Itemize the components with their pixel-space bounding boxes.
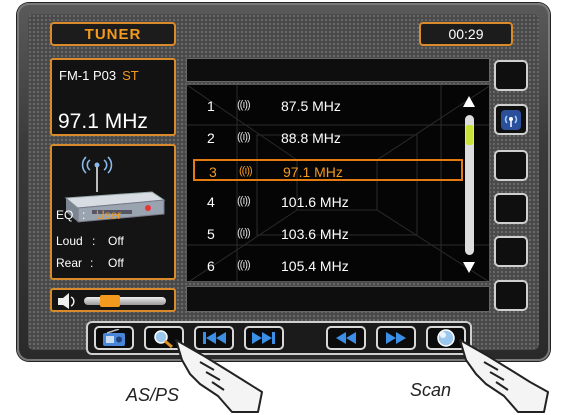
antenna-icon: ((ı))	[237, 99, 251, 111]
bottom-control-bar	[86, 321, 472, 355]
station-number: 4	[207, 194, 215, 210]
station-row[interactable]: 3 ((ı)) 97.1 MHz	[193, 159, 463, 181]
tuner-source-button[interactable]: TUNER	[50, 22, 176, 46]
band-preset-label: FM-1 P03	[59, 68, 117, 83]
skip-forward-icon	[252, 332, 275, 344]
antenna-icon: ((ı))	[239, 165, 253, 177]
antenna-icon: ((ı))	[237, 131, 251, 143]
antenna-icon: ((ı))	[237, 195, 251, 207]
volume-thumb[interactable]	[99, 295, 120, 307]
tuner-status-panel: FM-1 P03 ST 97.1 MHz	[50, 58, 176, 136]
station-row[interactable]: 6 ((ı)) 105.4 MHz	[193, 255, 463, 277]
station-frequency: 103.6 MHz	[281, 226, 349, 242]
as-ps-button[interactable]	[144, 326, 184, 350]
side-button-4[interactable]	[494, 193, 528, 224]
eq-value: User	[96, 208, 122, 222]
volume-track[interactable]	[84, 297, 166, 305]
scroll-thumb[interactable]	[466, 125, 473, 145]
clock-display: 00:29	[419, 22, 513, 46]
search-icon	[154, 330, 173, 348]
speaker-icon	[58, 293, 75, 309]
skip-back-icon	[203, 332, 226, 344]
antenna-icon	[501, 110, 521, 130]
fast-forward-icon	[386, 332, 406, 344]
radio-icon	[103, 329, 125, 346]
rewind-button[interactable]	[326, 326, 366, 350]
station-row[interactable]: 5 ((ı)) 103.6 MHz	[193, 223, 463, 245]
scroll-down-icon[interactable]	[462, 260, 476, 274]
as-ps-caption: AS/PS	[126, 385, 180, 405]
station-frequency: 97.1 MHz	[283, 164, 343, 180]
station-number: 1	[207, 98, 215, 114]
stereo-indicator: ST	[122, 68, 139, 83]
scroll-up-icon[interactable]	[462, 95, 476, 109]
skip-forward-button[interactable]	[244, 326, 284, 350]
station-number: 5	[207, 226, 215, 242]
station-number: 3	[209, 164, 217, 180]
station-row[interactable]: 4 ((ı)) 101.6 MHz	[193, 191, 463, 213]
station-number: 6	[207, 258, 215, 274]
side-button-1[interactable]	[494, 60, 528, 91]
sound-settings-panel[interactable]: EQ : User Loud : Off Rear : Off	[50, 144, 176, 280]
skip-back-button[interactable]	[194, 326, 234, 350]
station-number: 2	[207, 130, 215, 146]
scan-button[interactable]	[426, 326, 466, 350]
station-row[interactable]: 2 ((ı)) 88.8 MHz	[193, 127, 463, 149]
side-button-3[interactable]	[494, 150, 528, 181]
antenna-icon: ((ı))	[237, 227, 251, 239]
station-row[interactable]: 1 ((ı)) 87.5 MHz	[193, 95, 463, 117]
tuner-label: TUNER	[84, 25, 142, 43]
scan-icon	[437, 329, 455, 347]
side-button-5[interactable]	[494, 236, 528, 267]
fast-forward-button[interactable]	[376, 326, 416, 350]
side-button-antenna[interactable]	[494, 104, 528, 135]
scan-caption: Scan	[410, 380, 452, 400]
side-button-6[interactable]	[494, 280, 528, 311]
antenna-icon: ((ı))	[237, 259, 251, 271]
volume-control[interactable]	[50, 288, 176, 312]
station-frequency: 87.5 MHz	[281, 98, 341, 114]
station-list-header	[186, 58, 490, 82]
eq-setting: EQ : User	[56, 208, 122, 222]
loud-value: Off	[108, 234, 124, 248]
radio-button[interactable]	[94, 326, 134, 350]
rear-setting: Rear : Off	[56, 256, 124, 270]
loud-setting: Loud : Off	[56, 234, 124, 248]
station-list[interactable]: 1 ((ı)) 87.5 MHz 2 ((ı)) 88.8 MHz 3 ((ı)) 97.1 M…	[186, 84, 490, 282]
rear-value: Off	[108, 256, 124, 270]
rewind-icon	[336, 332, 356, 344]
station-list-footer	[186, 286, 490, 312]
station-frequency: 101.6 MHz	[281, 194, 349, 210]
station-frequency: 88.8 MHz	[281, 130, 341, 146]
current-frequency: 97.1 MHz	[58, 110, 148, 133]
station-frequency: 105.4 MHz	[281, 258, 349, 274]
station-scrollbar[interactable]	[462, 95, 476, 274]
